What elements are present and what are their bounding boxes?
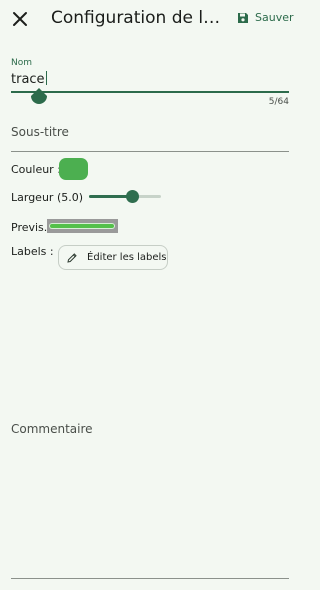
width-slider[interactable]	[89, 189, 161, 205]
close-icon[interactable]	[10, 9, 30, 29]
labels-label: Labels :	[11, 245, 54, 258]
subtitle-underline	[11, 151, 289, 152]
name-char-counter: 5/64	[268, 97, 289, 107]
width-label: Largeur (5.0)	[11, 191, 84, 204]
line-preview-stroke	[50, 224, 114, 228]
top-app-bar: Configuration de la tr… Sauver	[0, 0, 300, 40]
text-caret	[45, 71, 47, 85]
name-input[interactable]: trace	[11, 71, 287, 89]
comment-input-placeholder: Commentaire	[11, 422, 93, 436]
save-button[interactable]: Sauver	[237, 11, 294, 24]
line-preview	[47, 219, 118, 233]
save-button-label: Sauver	[255, 11, 294, 24]
edit-labels-button-label: Éditer les labels	[87, 252, 167, 263]
edit-labels-button[interactable]: Éditer les labels	[58, 245, 168, 270]
text-selection-handle[interactable]	[31, 88, 47, 104]
comment-input[interactable]	[11, 440, 289, 578]
color-swatch-button[interactable]	[59, 158, 88, 180]
pencil-icon	[67, 252, 77, 263]
save-icon	[238, 12, 248, 23]
preview-label: Previs.	[11, 221, 48, 234]
name-field-label: Nom	[11, 58, 33, 68]
page-title: Configuration de la tr…	[51, 8, 221, 28]
subtitle-input[interactable]: Sous-titre	[11, 125, 69, 139]
color-label: Couleur :	[11, 163, 61, 176]
name-input-value: trace	[11, 72, 45, 87]
slider-thumb[interactable]	[125, 190, 139, 203]
comment-underline	[11, 578, 289, 579]
name-input-underline	[11, 91, 289, 93]
